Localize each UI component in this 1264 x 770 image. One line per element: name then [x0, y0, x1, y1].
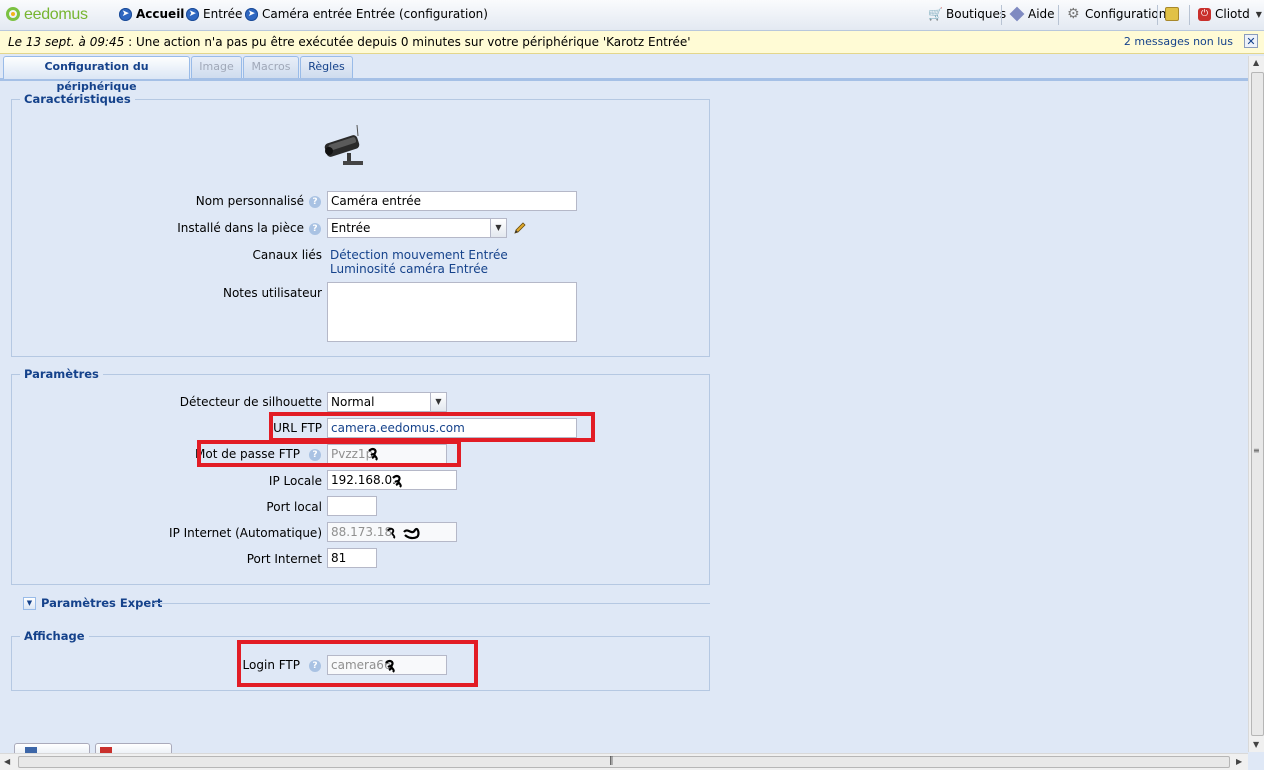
redaction-mark [387, 527, 396, 539]
scroll-up-icon[interactable]: ▲ [1253, 58, 1259, 67]
parameters-legend: Paramètres [20, 367, 103, 381]
local-port-label: Port local [266, 500, 322, 514]
notification-date: Le 13 sept. à 09:45 [8, 35, 125, 49]
tab-strip: Configuration du périphérique Image Macr… [0, 54, 1248, 93]
redaction-mark [403, 527, 420, 540]
room-select[interactable]: Entrée ▼ [327, 218, 507, 238]
chevron-down-icon[interactable]: ▼ [490, 219, 506, 237]
gear-icon: ⚙ [1067, 6, 1080, 22]
custom-name-input[interactable]: Caméra entrée [327, 191, 577, 211]
internet-ip-label: IP Internet (Automatique) [169, 526, 322, 540]
camera-icon [324, 124, 363, 165]
internet-port-input[interactable]: 81 [327, 548, 377, 568]
help-icon[interactable]: ? [309, 196, 321, 208]
lock-icon [1165, 7, 1179, 21]
chevron-down-icon[interactable]: ▼ [430, 393, 446, 411]
toolbar-divider [1058, 5, 1059, 25]
local-ip-label: IP Locale [268, 474, 322, 488]
arrow-left-icon: ➤ [245, 7, 258, 21]
user-notes-textarea[interactable] [327, 282, 577, 342]
display-legend: Affichage [20, 629, 89, 643]
user-name: Cliotd [1215, 7, 1250, 21]
expert-divider [153, 603, 710, 604]
shops-button[interactable]: 🛒 Boutiques [928, 7, 1006, 21]
expert-parameters-toggle[interactable]: ▼ Paramètres Expert [11, 594, 710, 610]
notification-bar: Le 13 sept. à 09:45 : Une action n'a pas… [0, 31, 1264, 54]
toolbar-divider [1189, 5, 1190, 25]
arrow-left-icon: ➤ [119, 7, 132, 21]
scroll-right-icon[interactable]: ▶ [1236, 757, 1242, 766]
highlight-box [269, 412, 595, 442]
local-port-input[interactable] [327, 496, 377, 516]
help-icon[interactable]: ? [309, 223, 321, 235]
linked-channels-label: Canaux liés [252, 248, 322, 262]
power-icon: ⏻ [1198, 7, 1211, 21]
cart-icon: 🛒 [928, 7, 943, 21]
eedomus-logo-icon [6, 7, 20, 21]
help-label: Aide [1028, 7, 1055, 21]
room-label: Installé dans la pièce [177, 221, 304, 235]
chevron-down-icon[interactable]: ▼ [23, 597, 36, 610]
linked-channel-link[interactable]: Luminosité caméra Entrée [330, 262, 488, 276]
nav-current-page-label: Caméra entrée Entrée (configuration) [262, 7, 488, 21]
help-icon [1009, 6, 1025, 22]
scroll-left-icon[interactable]: ◀ [4, 757, 10, 766]
characteristics-legend: Caractéristiques [20, 92, 135, 106]
highlight-box [197, 440, 461, 467]
silhouette-detector-value: Normal [331, 395, 375, 409]
user-menu[interactable]: ⏻ Cliotd ▼ [1198, 7, 1262, 21]
room-select-value: Entrée [331, 221, 371, 235]
linked-channel-link[interactable]: Détection mouvement Entrée [330, 248, 508, 262]
toolbar-divider [1001, 5, 1002, 25]
custom-name-label: Nom personnalisé [195, 194, 304, 208]
scroll-down-icon[interactable]: ▼ [1253, 740, 1259, 749]
toolbar-divider [1157, 5, 1158, 25]
top-bar: eedomus ➤ Accueil ➤ Entrée ➤ Caméra entr… [0, 0, 1264, 31]
tab-device-configuration[interactable]: Configuration du périphérique [3, 56, 190, 93]
nav-current-page[interactable]: ➤ Caméra entrée Entrée (configuration) [245, 7, 488, 21]
vertical-scroll-thumb[interactable] [1251, 72, 1264, 736]
nav-room-label: Entrée [203, 7, 243, 21]
redaction-mark [392, 474, 402, 488]
chevron-down-icon: ▼ [1255, 9, 1262, 19]
expert-parameters-legend: Paramètres Expert [41, 596, 163, 610]
tab-rules[interactable]: Règles [300, 56, 353, 78]
pencil-icon[interactable] [513, 221, 527, 235]
close-icon[interactable]: ✕ [1244, 34, 1258, 48]
tab-image[interactable]: Image [191, 56, 242, 78]
silhouette-detector-label: Détecteur de silhouette [179, 395, 322, 409]
nav-room[interactable]: ➤ Entrée [186, 7, 242, 21]
help-icon[interactable]: ? [309, 660, 321, 672]
vertical-scrollbar[interactable]: ▲ ≡ ▼ [1248, 56, 1264, 752]
parameters-section: Paramètres Détecteur de silhouette Norma… [11, 367, 710, 585]
scroll-grip-icon: ‖ [609, 756, 614, 766]
user-notes-label: Notes utilisateur [222, 286, 322, 300]
config-button[interactable]: ⚙ Configuration [1067, 7, 1166, 21]
nav-home[interactable]: ➤ Accueil [119, 7, 184, 21]
notification-message: : Une action n'a pas pu être exécutée de… [124, 35, 691, 49]
notification-text: Le 13 sept. à 09:45 : Une action n'a pas… [8, 35, 691, 49]
unread-messages-link[interactable]: 2 messages non lus [1124, 35, 1233, 48]
lock-button[interactable] [1165, 7, 1183, 21]
arrow-left-icon: ➤ [186, 7, 199, 21]
config-label: Configuration [1085, 7, 1167, 21]
silhouette-detector-select[interactable]: Normal ▼ [327, 392, 447, 412]
redaction-mark [385, 659, 395, 673]
nav-home-label: Accueil [136, 7, 185, 21]
characteristics-section: Caractéristiques Nom personnalisé ? Camé… [11, 92, 710, 357]
display-section: Affichage Login FTP ? camera66 [11, 629, 710, 691]
shops-label: Boutiques [946, 7, 1007, 21]
tab-macros[interactable]: Macros [243, 56, 299, 78]
brand-name: eedomus [24, 6, 88, 23]
ftp-login-label: Login FTP [242, 658, 300, 672]
internet-port-label: Port Internet [246, 552, 322, 566]
horizontal-scrollbar[interactable]: ◀ ‖ ▶ [0, 753, 1248, 770]
help-button[interactable]: Aide [1009, 6, 1055, 22]
scroll-grip-icon: ≡ [1253, 446, 1260, 455]
horizontal-scroll-thumb[interactable] [18, 756, 1230, 768]
